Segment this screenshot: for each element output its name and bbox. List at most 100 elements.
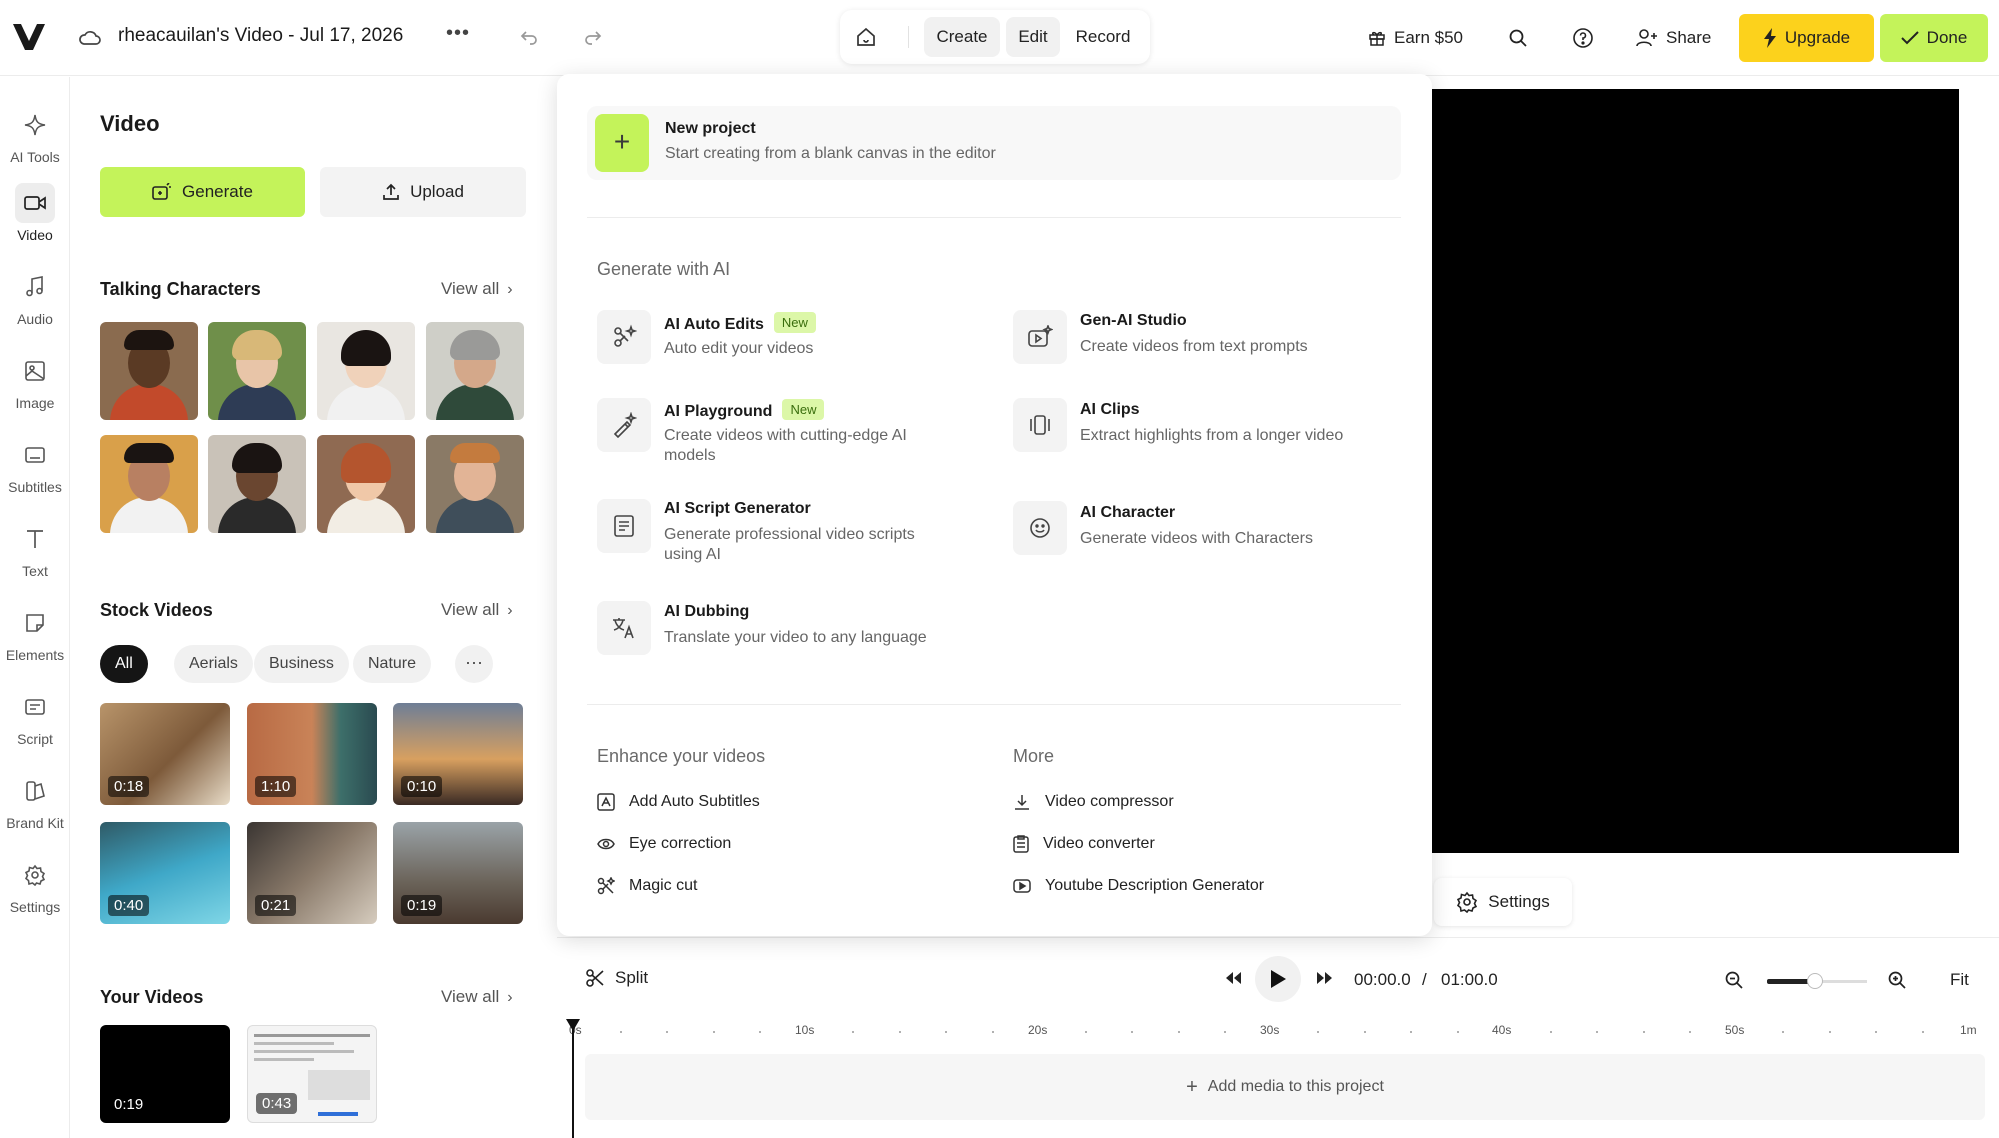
undo-icon[interactable]	[518, 26, 540, 48]
eye-correction-link[interactable]: Eye correction	[597, 835, 731, 853]
share-label: Share	[1666, 28, 1712, 47]
rail-item-image[interactable]: Image	[0, 351, 70, 425]
youtube-description-link[interactable]: Youtube Description Generator	[1013, 877, 1264, 895]
stock-video-thumbnail[interactable]: 0:18	[100, 703, 230, 805]
chip-aerials[interactable]: Aerials	[174, 645, 253, 683]
ruler-tick	[852, 1031, 854, 1033]
video-converter-link[interactable]: Video converter	[1013, 835, 1155, 853]
rail-item-subtitles[interactable]: Subtitles	[0, 435, 70, 509]
subtitles-icon	[597, 793, 615, 811]
rewind-icon[interactable]	[1223, 970, 1243, 986]
stock-video-thumbnail[interactable]: 1:10	[247, 703, 377, 805]
done-button[interactable]: Done	[1880, 14, 1988, 62]
fit-button[interactable]: Fit	[1950, 970, 1969, 990]
upload-button[interactable]: Upload	[320, 167, 526, 217]
chip-more-icon[interactable]: ···	[455, 645, 493, 683]
ruler-tick	[1131, 1031, 1133, 1033]
stock-video-thumbnail[interactable]: 0:10	[393, 703, 523, 805]
your-view-all-link[interactable]: View all ›	[441, 987, 513, 1007]
zoom-in-icon[interactable]	[1887, 970, 1907, 990]
rail-item-audio[interactable]: Audio	[0, 267, 70, 341]
plus-icon: +	[595, 114, 649, 172]
ruler-tick	[1596, 1031, 1598, 1033]
redo-icon[interactable]	[582, 26, 604, 48]
character-thumbnail[interactable]	[208, 322, 306, 420]
gen-ai-studio-title: Gen-AI Studio	[1080, 312, 1187, 329]
project-title[interactable]: rheacauilan's Video - Jul 17, 2026	[118, 25, 403, 47]
duration-badge: 0:21	[255, 895, 297, 916]
character-thumbnail[interactable]	[317, 435, 415, 533]
panel-title: Video	[100, 111, 160, 136]
duration-badge: 0:40	[108, 895, 150, 916]
more-options-icon[interactable]: •••	[446, 22, 470, 45]
add-media-button[interactable]: + Add media to this project	[585, 1054, 1985, 1120]
stock-video-thumbnail[interactable]: 0:19	[393, 822, 523, 924]
view-all-label: View all	[441, 279, 500, 298]
script-icon	[25, 699, 45, 715]
tick-label: 50s	[1725, 1023, 1745, 1037]
fast-forward-icon[interactable]	[1315, 970, 1335, 986]
split-button[interactable]: Split	[585, 968, 648, 988]
rail-item-brand-kit[interactable]: Brand Kit	[0, 771, 70, 845]
mode-record-button[interactable]: Record	[1066, 17, 1140, 57]
gear-icon	[1457, 891, 1478, 913]
character-thumbnail[interactable]	[426, 435, 524, 533]
character-thumbnail[interactable]	[426, 322, 524, 420]
rail-item-elements[interactable]: Elements	[0, 603, 70, 677]
talking-view-all-link[interactable]: View all ›	[441, 279, 513, 299]
your-video-thumbnail[interactable]: 0:43	[247, 1025, 377, 1123]
stock-video-thumbnail[interactable]: 0:21	[247, 822, 377, 924]
new-project-subtitle: Start creating from a blank canvas in th…	[665, 145, 996, 162]
tick-label: 10s	[795, 1023, 815, 1037]
rail-item-text[interactable]: Text	[0, 519, 70, 593]
mode-create-button[interactable]: Create	[924, 17, 1000, 57]
zoom-out-icon[interactable]	[1724, 970, 1744, 990]
veed-logo-icon[interactable]	[12, 22, 46, 52]
chip-all[interactable]: All	[100, 645, 148, 683]
magic-cut-link[interactable]: Magic cut	[597, 877, 697, 895]
rail-item-settings[interactable]: Settings	[0, 855, 70, 929]
subtitles-icon	[25, 447, 45, 463]
timeline-track[interactable]: + Add media to this project	[585, 1054, 1985, 1120]
search-button[interactable]	[1508, 0, 1536, 76]
add-auto-subtitles-link[interactable]: Add Auto Subtitles	[597, 793, 760, 811]
split-label: Split	[615, 968, 649, 987]
your-video-thumbnail[interactable]: 0:19	[100, 1025, 230, 1123]
canvas-settings-button[interactable]: Settings	[1434, 878, 1572, 926]
ruler-tick	[1177, 1031, 1180, 1033]
new-badge: New	[773, 312, 816, 333]
generate-button[interactable]: Generate	[100, 167, 305, 217]
rail-item-ai-tools[interactable]: AI Tools	[0, 105, 70, 179]
zoom-slider-handle[interactable]	[1807, 973, 1823, 989]
character-thumbnail[interactable]	[208, 435, 306, 533]
new-project-option[interactable]: + New project Start creating from a blan…	[587, 106, 1401, 180]
play-button[interactable]	[1255, 956, 1301, 1002]
help-button[interactable]	[1572, 0, 1602, 76]
gen-ai-studio-subtitle: Create videos from text prompts	[1080, 338, 1308, 355]
duration-badge: 0:19	[401, 895, 443, 916]
ruler-tick	[1921, 1031, 1924, 1033]
home-icon[interactable]	[854, 25, 878, 49]
earn-button[interactable]: Earn $50	[1368, 0, 1463, 76]
stock-video-thumbnail[interactable]: 0:40	[100, 822, 230, 924]
video-compressor-link[interactable]: Video compressor	[1013, 793, 1174, 811]
settings-label: Settings	[1488, 892, 1550, 911]
upgrade-button[interactable]: Upgrade	[1739, 14, 1874, 62]
rail-item-video[interactable]: Video	[0, 183, 70, 257]
rail-label: Script	[17, 731, 53, 747]
plus-icon: +	[1186, 1075, 1198, 1098]
character-thumbnail[interactable]	[100, 322, 198, 420]
video-preview[interactable]	[1432, 89, 1959, 853]
wand-sparkle-icon	[597, 398, 651, 452]
character-thumbnail[interactable]	[100, 435, 198, 533]
rail-item-script[interactable]: Script	[0, 687, 70, 761]
mode-edit-button[interactable]: Edit	[1006, 17, 1060, 57]
playhead[interactable]	[572, 1020, 574, 1138]
video-sparkle-icon	[1013, 310, 1067, 364]
stock-view-all-link[interactable]: View all ›	[441, 600, 513, 620]
play-icon	[1271, 970, 1286, 988]
chip-nature[interactable]: Nature	[353, 645, 432, 683]
chip-business[interactable]: Business	[254, 645, 349, 683]
character-thumbnail[interactable]	[317, 322, 415, 420]
share-button[interactable]: Share	[1636, 0, 1711, 76]
